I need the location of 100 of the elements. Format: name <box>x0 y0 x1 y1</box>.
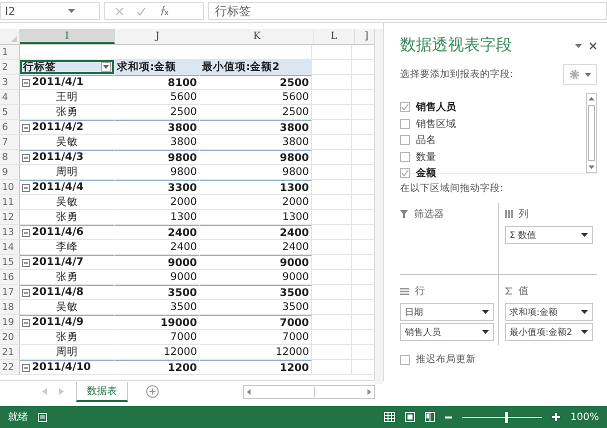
table-cell: 3300 <box>115 180 200 195</box>
checkbox[interactable] <box>400 102 410 112</box>
checkbox[interactable] <box>400 168 410 178</box>
field-chip[interactable]: 日期 <box>400 303 494 321</box>
macro-icon[interactable] <box>38 412 48 422</box>
checkbox[interactable] <box>400 354 410 364</box>
columns-icon <box>504 210 512 218</box>
zoom-in-icon[interactable] <box>552 413 560 421</box>
row-number: 18 <box>0 300 20 315</box>
table-cell: 2400 <box>115 240 200 255</box>
date-label: 2011/4/2 <box>32 121 84 134</box>
filter-button[interactable] <box>101 62 111 72</box>
grid-cell <box>312 330 352 345</box>
field-item[interactable]: 销售区域 <box>400 116 586 132</box>
gear-icon <box>569 69 580 80</box>
status-text: 就绪 <box>8 410 28 424</box>
table-cell: 张勇 <box>20 210 115 225</box>
grid-cell <box>312 225 352 240</box>
table-cell: 3800 <box>115 120 200 135</box>
grid-cell <box>312 45 352 60</box>
table-cell: 2400 <box>200 225 312 240</box>
grid-cell <box>312 60 352 75</box>
field-chip[interactable]: 销售人员 <box>400 323 494 341</box>
close-icon[interactable] <box>589 42 597 50</box>
function-icon[interactable] <box>158 6 170 16</box>
panel-prompt: 选择要添加到报表的字段: <box>400 68 514 81</box>
row-number: 17 <box>0 285 20 300</box>
scrollbar[interactable] <box>586 93 597 173</box>
grid-cell <box>312 150 352 165</box>
caret-icon <box>482 330 488 334</box>
table-cell: 吴敏 <box>20 135 115 150</box>
area-label: 列 <box>518 208 528 221</box>
table-cell: 9800 <box>200 150 312 165</box>
date-label: 2011/4/7 <box>32 256 84 269</box>
caret-icon <box>581 310 588 314</box>
table-header: 最小值项:金额2 <box>200 60 312 75</box>
table-cell: 周明 <box>20 345 115 360</box>
collapse-icon[interactable] <box>22 288 30 296</box>
grid-cell <box>312 315 352 330</box>
date-label: 2011/4/8 <box>32 286 84 299</box>
settings-button[interactable] <box>563 64 597 85</box>
table-header: 求和项:金额 <box>115 60 200 75</box>
field-chip[interactable]: 求和项:金额 <box>504 303 593 321</box>
scrollbar[interactable] <box>374 29 383 384</box>
collapse-icon[interactable] <box>22 364 30 372</box>
field-item[interactable]: 金额 <box>400 165 586 182</box>
table-cell: 12000 <box>115 345 200 360</box>
caret-icon <box>482 310 488 314</box>
table-cell: 3500 <box>200 285 312 300</box>
formula-field[interactable]: 行标签 <box>208 2 607 20</box>
collapse-icon[interactable] <box>22 228 30 236</box>
caret-icon <box>68 9 75 13</box>
collapse-icon[interactable] <box>22 258 30 266</box>
column-header[interactable]: J <box>115 29 201 44</box>
zoom-level[interactable]: 100% <box>570 412 599 422</box>
field-item[interactable]: 销售人员 <box>400 99 586 116</box>
grid-cell <box>312 120 352 135</box>
panel-title: 数据透视表字段 <box>400 35 513 56</box>
filter-icon <box>400 210 408 218</box>
collapse-icon[interactable] <box>22 124 30 132</box>
date-label: 2011/4/1 <box>32 76 84 89</box>
field-item[interactable]: 品名 <box>400 132 586 148</box>
zoom-out-icon[interactable] <box>445 414 452 420</box>
checkbox[interactable] <box>400 118 410 129</box>
field-chip[interactable]: 最小值项:金额2 <box>504 323 593 341</box>
check-icon[interactable] <box>136 6 146 16</box>
grid-cell <box>312 105 352 120</box>
table-cell: 8100 <box>115 75 200 90</box>
column-header[interactable]: K <box>201 29 314 44</box>
grid-cell <box>312 285 352 300</box>
collapse-icon[interactable] <box>22 318 30 326</box>
normal-view-icon[interactable] <box>384 412 396 422</box>
sheet-tab[interactable]: 数据表 <box>76 382 128 402</box>
page-break-icon[interactable] <box>425 412 436 422</box>
table-cell: 7000 <box>200 315 312 330</box>
field-chip[interactable]: Σ 数值 <box>504 226 593 244</box>
add-sheet-icon[interactable] <box>146 385 159 398</box>
table-cell: 1300 <box>200 210 312 225</box>
checkbox[interactable] <box>400 152 410 162</box>
table-cell: 9000 <box>115 255 200 270</box>
grid-cell <box>312 135 352 150</box>
grid-cell <box>312 240 352 255</box>
row-number: 10 <box>0 180 20 195</box>
collapse-icon[interactable] <box>22 154 30 162</box>
page-layout-icon[interactable] <box>405 412 416 422</box>
row-number: 2 <box>0 60 20 75</box>
field-item[interactable]: 数量 <box>400 148 586 165</box>
row-number: 3 <box>0 75 20 90</box>
row-number: 8 <box>0 150 20 165</box>
grid-cell <box>312 165 352 180</box>
column-header[interactable]: L <box>314 29 355 44</box>
collapse-icon[interactable] <box>22 78 30 86</box>
collapse-icon[interactable] <box>22 184 30 192</box>
name-box[interactable]: I2 <box>0 2 100 20</box>
caret-icon[interactable] <box>575 44 582 48</box>
scrollbar[interactable] <box>243 384 375 398</box>
caret-icon <box>585 72 591 76</box>
row-number: 22 <box>0 360 20 375</box>
column-header[interactable]: I <box>20 29 115 44</box>
checkbox[interactable] <box>400 135 410 146</box>
